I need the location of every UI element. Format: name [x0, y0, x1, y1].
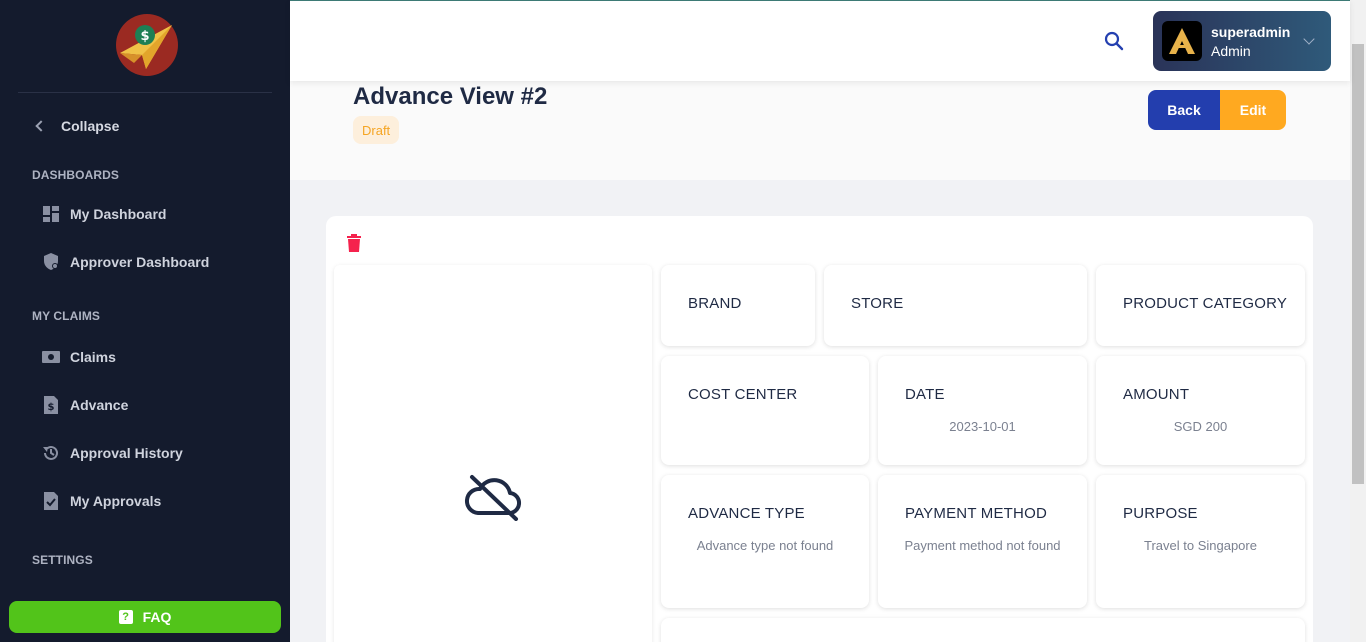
trash-icon[interactable]: [346, 234, 362, 257]
file-check-icon: [42, 492, 60, 510]
sidebar-item-advance[interactable]: $ Advance: [0, 381, 290, 429]
sidebar-item-approver-dashboard[interactable]: Approver Dashboard: [0, 238, 290, 286]
cloud-off-icon: [462, 473, 524, 526]
field-advance-type: ADVANCE TYPE Advance type not found: [661, 475, 869, 608]
sidebar-item-label: Advance: [70, 397, 129, 413]
faq-label: FAQ: [142, 609, 172, 625]
field-extra: [661, 618, 1305, 642]
back-button[interactable]: Back: [1148, 90, 1220, 130]
field-label: COST CENTER: [688, 386, 798, 403]
collapse-button[interactable]: Collapse: [0, 93, 290, 159]
edit-button[interactable]: Edit: [1220, 90, 1286, 130]
shield-icon: [42, 253, 60, 271]
search-icon[interactable]: [1104, 31, 1124, 56]
user-role: Admin: [1211, 42, 1251, 59]
field-value: SGD 200: [1173, 419, 1228, 434]
sidebar: $ Collapse DASHBOARDS My Dashboard Appro…: [0, 0, 290, 642]
page-title: Advance View #2: [353, 83, 548, 110]
field-amount: AMOUNT SGD 200: [1096, 356, 1305, 465]
field-product-category: PRODUCT CATEGORY: [1096, 265, 1305, 346]
field-label: PRODUCT CATEGORY: [1123, 295, 1288, 312]
section-my-claims: MY CLAIMS: [32, 309, 101, 323]
field-value: 2023-10-01: [949, 419, 1016, 434]
action-buttons: Back Edit: [1148, 90, 1286, 130]
field-label: DATE: [905, 386, 945, 403]
dashboard-icon: [42, 205, 60, 223]
sidebar-item-approval-history[interactable]: Approval History: [0, 429, 290, 477]
field-value: Advance type not found: [696, 538, 834, 553]
section-settings: SETTINGS: [32, 553, 93, 567]
sidebar-item-my-dashboard[interactable]: My Dashboard: [0, 190, 290, 238]
field-value: Payment method not found: [904, 538, 1061, 553]
page-scrollbar[interactable]: [1350, 0, 1366, 642]
user-menu[interactable]: superadmin Admin: [1153, 11, 1331, 71]
avatar: [1162, 21, 1202, 61]
sidebar-item-label: My Approvals: [70, 493, 162, 509]
chevron-left-icon: [35, 120, 47, 132]
field-label: PAYMENT METHOD: [905, 505, 1047, 522]
user-name: superadmin: [1211, 23, 1291, 40]
svg-text:$: $: [140, 29, 149, 44]
page-header: Advance View #2 Draft Back Edit: [290, 81, 1350, 180]
sidebar-item-my-approvals[interactable]: My Approvals: [0, 477, 290, 525]
field-value: Travel to Singapore: [1144, 538, 1257, 553]
topbar: superadmin Admin: [290, 0, 1350, 81]
field-store: STORE: [824, 265, 1087, 346]
section-dashboards: DASHBOARDS: [32, 168, 120, 182]
collapse-label: Collapse: [61, 118, 120, 134]
history-icon: [42, 444, 60, 462]
question-icon: ?: [118, 610, 133, 624]
field-label: BRAND: [688, 295, 742, 312]
sidebar-item-label: Approval History: [70, 445, 183, 461]
field-brand: BRAND: [661, 265, 815, 346]
app-logo[interactable]: $: [112, 13, 178, 79]
money-icon: [42, 348, 60, 366]
scrollbar-thumb[interactable]: [1352, 44, 1364, 484]
logo-area: $: [18, 0, 272, 93]
sidebar-item-label: Approver Dashboard: [70, 254, 210, 270]
field-label: PURPOSE: [1123, 505, 1198, 522]
sidebar-item-claims[interactable]: Claims: [0, 333, 290, 381]
status-badge: Draft: [353, 116, 400, 144]
field-purpose: PURPOSE Travel to Singapore: [1096, 475, 1305, 608]
attachment-preview: [334, 265, 652, 642]
field-cost-center: COST CENTER: [661, 356, 869, 465]
sidebar-item-label: Claims: [70, 349, 116, 365]
faq-button[interactable]: ? FAQ: [9, 601, 281, 633]
sidebar-item-label: My Dashboard: [70, 206, 167, 222]
chevron-down-icon: [1303, 33, 1315, 45]
field-label: ADVANCE TYPE: [688, 505, 805, 522]
field-payment-method: PAYMENT METHOD Payment method not found: [878, 475, 1087, 608]
invoice-icon: $: [42, 396, 60, 414]
field-date: DATE 2023-10-01: [878, 356, 1087, 465]
advance-detail-card: BRAND STORE PRODUCT CATEGORY COST CENTER…: [326, 216, 1313, 642]
svg-text:$: $: [48, 402, 55, 413]
field-label: AMOUNT: [1123, 386, 1190, 403]
field-label: STORE: [851, 295, 904, 312]
